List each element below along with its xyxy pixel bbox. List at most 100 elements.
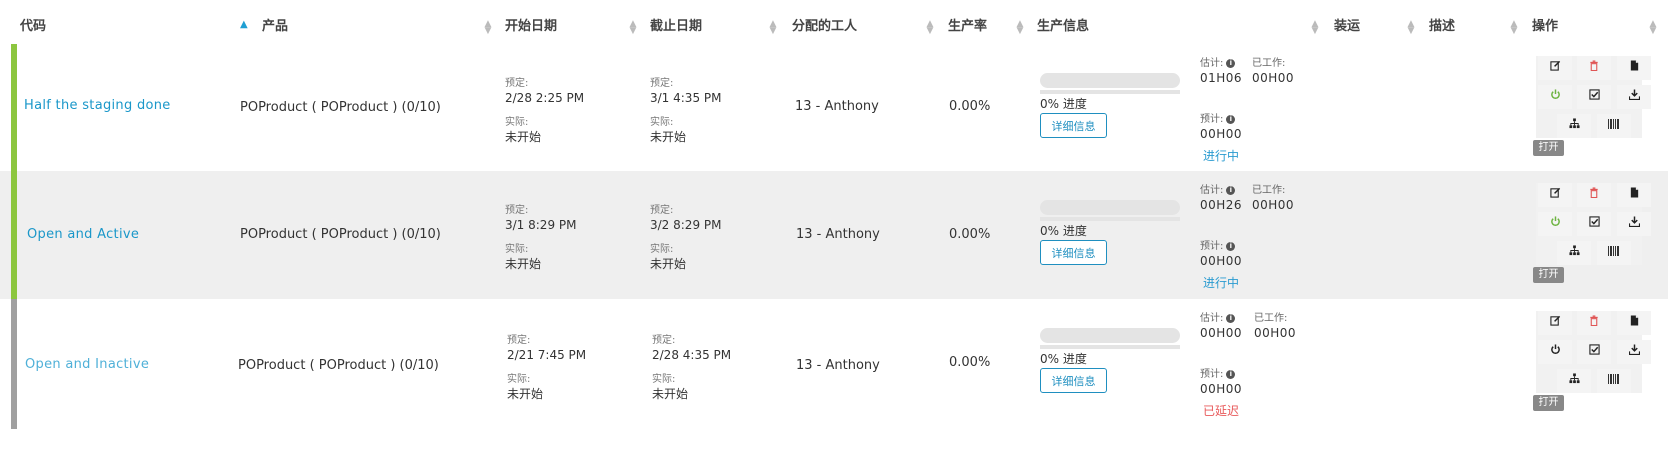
end-scheduled-label: 预定: bbox=[650, 205, 674, 216]
column-header-product[interactable]: 产品 bbox=[262, 0, 288, 48]
barcode-icon[interactable] bbox=[1597, 241, 1631, 265]
estimate-value: 00H26 bbox=[1200, 198, 1243, 212]
power-icon[interactable] bbox=[1538, 212, 1572, 236]
start-scheduled-value: 2/21 7:45 PM bbox=[507, 348, 587, 362]
check-icon[interactable] bbox=[1577, 340, 1611, 364]
sort-icon[interactable]: ▲ ▼ bbox=[769, 20, 777, 36]
power-icon[interactable] bbox=[1538, 340, 1572, 364]
open-badge[interactable]: 打开 bbox=[1533, 395, 1564, 411]
hierarchy-icon[interactable] bbox=[1557, 369, 1591, 393]
worked-value: 00H00 bbox=[1252, 71, 1295, 85]
info-icon[interactable]: i bbox=[1226, 186, 1236, 195]
sort-icon[interactable]: ▲ ▼ bbox=[1510, 20, 1518, 36]
table-header: 代码 ▲ 产品 ▲ ▼ 开始日期 ▲ ▼ 截止日期 ▲ ▼ 分配的工人 ▲ ▼ 生产率 … bbox=[0, 0, 1668, 48]
product-name: POProduct ( POProduct ) (0/10) bbox=[240, 227, 441, 242]
trash-icon[interactable] bbox=[1577, 311, 1611, 335]
order-code-link[interactable]: Open and Active bbox=[27, 227, 139, 242]
worked-value: 00H00 bbox=[1252, 198, 1295, 212]
status-indicator-bar bbox=[11, 171, 17, 299]
start-scheduled-value: 3/1 8:29 PM bbox=[505, 218, 577, 232]
info-icon[interactable]: i bbox=[1226, 314, 1236, 323]
details-button[interactable]: 详细信息 bbox=[1040, 240, 1107, 265]
progress-bar bbox=[1040, 73, 1180, 88]
product-name: POProduct ( POProduct ) (0/10) bbox=[240, 100, 441, 115]
open-badge[interactable]: 打开 bbox=[1533, 267, 1564, 283]
sort-icon[interactable]: ▲ ▼ bbox=[1311, 20, 1319, 36]
order-code-link[interactable]: Half the staging done bbox=[24, 98, 171, 113]
assigned-worker: 13 - Anthony bbox=[796, 227, 880, 242]
expected-label: 预计: i bbox=[1200, 237, 1236, 252]
open-badge[interactable]: 打开 bbox=[1533, 140, 1564, 156]
column-header-worker[interactable]: 分配的工人 bbox=[792, 0, 857, 48]
worked-value: 00H00 bbox=[1254, 326, 1297, 340]
edit-icon[interactable] bbox=[1538, 183, 1572, 207]
sort-icon[interactable]: ▲ ▼ bbox=[1016, 20, 1024, 36]
column-header-description[interactable]: 描述 bbox=[1429, 0, 1455, 48]
progress-text: 0% 进度 bbox=[1040, 97, 1087, 111]
expected-label: 预计: i bbox=[1200, 110, 1236, 125]
end-actual-value: 未开始 bbox=[652, 387, 689, 401]
column-header-actions[interactable]: 操作 bbox=[1532, 0, 1558, 48]
edit-icon[interactable] bbox=[1538, 311, 1572, 335]
end-actual-label: 实际: bbox=[650, 244, 674, 255]
estimate-label: 估计: i bbox=[1200, 181, 1236, 196]
download-icon[interactable] bbox=[1617, 340, 1651, 364]
download-icon[interactable] bbox=[1617, 85, 1651, 109]
progress-bar-secondary bbox=[1040, 345, 1180, 349]
start-actual-value: 未开始 bbox=[507, 387, 544, 401]
estimate-label: 估计: i bbox=[1200, 309, 1236, 324]
details-button[interactable]: 详细信息 bbox=[1040, 368, 1107, 393]
end-scheduled-label: 预定: bbox=[652, 335, 676, 346]
trash-icon[interactable] bbox=[1577, 183, 1611, 207]
details-button[interactable]: 详细信息 bbox=[1040, 113, 1107, 138]
production-rate: 0.00% bbox=[949, 227, 991, 242]
end-actual-value: 未开始 bbox=[650, 257, 687, 271]
table-row: Open and Inactive POProduct ( POProduct … bbox=[0, 299, 1668, 429]
expected-label: 预计: i bbox=[1200, 365, 1236, 380]
column-header-code[interactable]: 代码 bbox=[20, 0, 46, 48]
sort-ascending-icon[interactable]: ▲ bbox=[240, 19, 248, 30]
hierarchy-icon[interactable] bbox=[1557, 114, 1591, 138]
sort-icon[interactable]: ▲ ▼ bbox=[1649, 20, 1657, 36]
column-header-shipping[interactable]: 装运 bbox=[1334, 0, 1360, 48]
column-header-start-date[interactable]: 开始日期 bbox=[505, 0, 557, 48]
start-scheduled-label: 预定: bbox=[505, 78, 529, 89]
start-actual-value: 未开始 bbox=[505, 130, 542, 144]
trash-icon[interactable] bbox=[1577, 56, 1611, 80]
start-scheduled-value: 2/28 2:25 PM bbox=[505, 91, 585, 105]
expected-value: 00H00 bbox=[1200, 382, 1243, 396]
info-icon[interactable]: i bbox=[1226, 115, 1236, 124]
file-icon[interactable] bbox=[1617, 311, 1651, 335]
barcode-icon[interactable] bbox=[1597, 114, 1631, 138]
status-text: 进行中 bbox=[1203, 276, 1240, 290]
column-header-rate[interactable]: 生产率 bbox=[948, 0, 987, 48]
table-row: Half the staging done POProduct ( POProd… bbox=[0, 44, 1668, 171]
file-icon[interactable] bbox=[1617, 56, 1651, 80]
info-icon[interactable]: i bbox=[1226, 242, 1236, 251]
check-icon[interactable] bbox=[1577, 85, 1611, 109]
power-icon[interactable] bbox=[1538, 85, 1572, 109]
info-icon[interactable]: i bbox=[1226, 59, 1236, 68]
order-code-link[interactable]: Open and Inactive bbox=[25, 357, 149, 372]
column-header-end-date[interactable]: 截止日期 bbox=[650, 0, 702, 48]
barcode-icon[interactable] bbox=[1597, 369, 1631, 393]
sort-icon[interactable]: ▲ ▼ bbox=[629, 20, 637, 36]
expected-label-text: 预计: bbox=[1200, 114, 1224, 125]
check-icon[interactable] bbox=[1577, 212, 1611, 236]
hierarchy-icon[interactable] bbox=[1557, 241, 1591, 265]
product-name: POProduct ( POProduct ) (0/10) bbox=[238, 358, 439, 373]
expected-label-text: 预计: bbox=[1200, 241, 1224, 252]
sort-icon[interactable]: ▲ ▼ bbox=[1407, 20, 1415, 36]
sort-icon[interactable]: ▲ ▼ bbox=[484, 20, 492, 36]
file-icon[interactable] bbox=[1617, 183, 1651, 207]
progress-text: 0% 进度 bbox=[1040, 352, 1087, 366]
column-header-production-info[interactable]: 生产信息 bbox=[1037, 0, 1089, 48]
download-icon[interactable] bbox=[1617, 212, 1651, 236]
end-scheduled-label: 预定: bbox=[650, 78, 674, 89]
estimate-label-text: 估计: bbox=[1200, 185, 1224, 196]
progress-bar-secondary bbox=[1040, 90, 1180, 94]
edit-icon[interactable] bbox=[1538, 56, 1572, 80]
info-icon[interactable]: i bbox=[1226, 370, 1236, 379]
sort-icon[interactable]: ▲ ▼ bbox=[926, 20, 934, 36]
status-text: 已延迟 bbox=[1203, 404, 1240, 418]
